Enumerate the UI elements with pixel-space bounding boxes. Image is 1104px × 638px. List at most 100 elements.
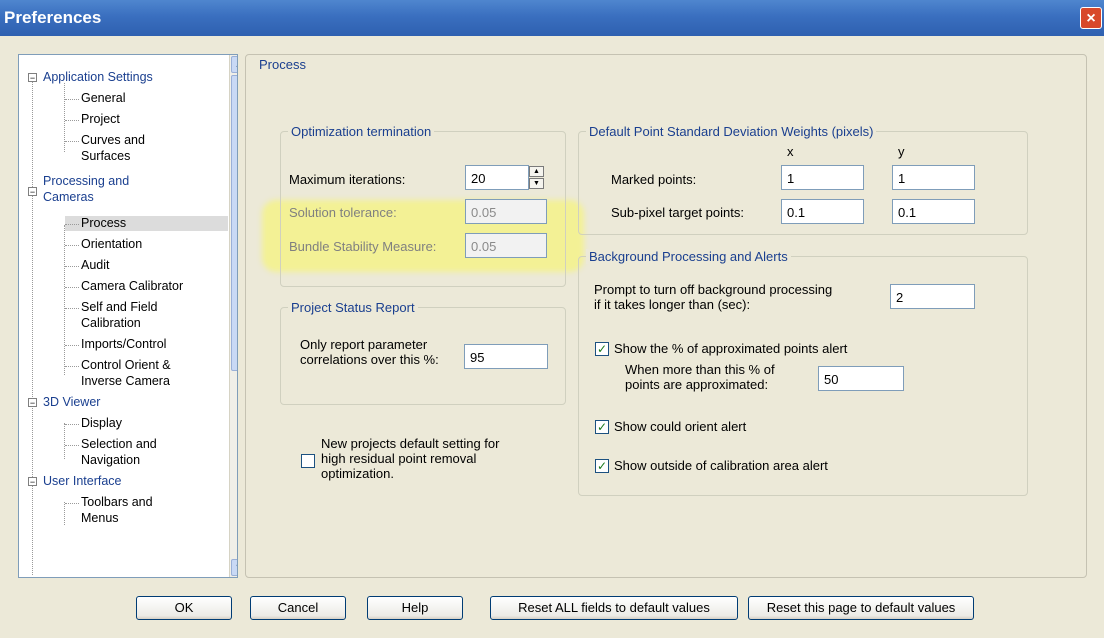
tree-item[interactable]: Orientation: [79, 237, 144, 252]
tree-item[interactable]: Control Orient &: [79, 358, 173, 373]
subpixel-points-label: Sub-pixel target points:: [611, 205, 744, 220]
page-title: Process: [256, 57, 309, 72]
correlation-label-line1: Only report parameter: [300, 337, 428, 352]
tree-item-label: User Interface: [43, 474, 122, 488]
approx-alert-checkbox[interactable]: ✓: [595, 342, 609, 356]
tree-item-label: Orientation: [81, 237, 143, 251]
collapse-icon[interactable]: −: [28, 73, 37, 83]
tree-item[interactable]: Cameras: [41, 190, 96, 205]
tree-item[interactable]: Process: [65, 216, 228, 231]
orient-alert-label[interactable]: Show could orient alert: [614, 419, 746, 434]
ok-button[interactable]: OK: [136, 596, 232, 620]
tree-item-label: Display: [81, 416, 122, 430]
tree-connector: [65, 99, 79, 100]
tree-item-label: Toolbars and: [81, 495, 153, 509]
tree-item[interactable]: Toolbars and: [79, 495, 155, 510]
optimization-group-title: Optimization termination: [288, 124, 435, 139]
approx-alert-label[interactable]: Show the % of approximated points alert: [614, 341, 847, 356]
tree-item[interactable]: User Interface: [41, 474, 124, 489]
tree-item-label: Calibration: [81, 316, 141, 330]
close-icon: ×: [1086, 10, 1096, 27]
tree-item-label: 3D Viewer: [43, 395, 101, 409]
approx-threshold-field[interactable]: 50: [818, 366, 904, 391]
approx-threshold-line2: points are approximated:: [625, 377, 769, 392]
tree-item-label: Process: [79, 216, 129, 230]
scroll-up-button[interactable]: ▲: [231, 56, 237, 73]
preferences-tree: Application Settings − General Project Curve…: [18, 54, 238, 578]
collapse-icon[interactable]: −: [28, 477, 37, 487]
solution-tolerance-field[interactable]: 0.05: [465, 199, 547, 224]
tree-item[interactable]: Surfaces: [79, 149, 132, 164]
residual-label-line3[interactable]: optimization.: [321, 466, 394, 481]
close-button[interactable]: ×: [1080, 7, 1102, 29]
tree-item[interactable]: Calibration: [79, 316, 143, 331]
tree-item-label: Navigation: [81, 453, 141, 467]
tree-item-label: Self and Field: [81, 300, 158, 314]
stepper-down-icon[interactable]: ▼: [529, 178, 544, 189]
reset-page-button[interactable]: Reset this page to default values: [748, 596, 974, 620]
residual-label-line1[interactable]: New projects default setting for: [321, 436, 499, 451]
weights-group-title: Default Point Standard Deviation Weights…: [586, 124, 877, 139]
tree-item-label: Selection and: [81, 437, 157, 451]
calibration-alert-checkbox[interactable]: ✓: [595, 459, 609, 473]
tree-item-label: Camera Calibrator: [81, 279, 184, 293]
tree-scrollbar[interactable]: ▲ ▼: [229, 55, 237, 577]
tree-item[interactable]: Selection and: [79, 437, 159, 452]
tree-item-label: Application Settings: [43, 70, 153, 84]
tree-item-label: General: [81, 91, 126, 105]
tree-item[interactable]: Audit: [79, 258, 112, 273]
tree-item-label: Processing and: [43, 174, 130, 188]
tree-item[interactable]: General: [79, 91, 127, 106]
tree-item[interactable]: Navigation: [79, 453, 142, 468]
residual-label-line2[interactable]: high residual point removal: [321, 451, 476, 466]
subpixel-points-x-field[interactable]: 0.1: [781, 199, 864, 224]
tree-connector: [65, 266, 79, 267]
tree-item[interactable]: Imports/Control: [79, 337, 168, 352]
stepper-up-icon[interactable]: ▲: [529, 166, 544, 177]
solution-tolerance-label: Solution tolerance:: [289, 205, 397, 220]
tree-item-label: Imports/Control: [81, 337, 167, 351]
tree-item[interactable]: Inverse Camera: [79, 374, 172, 389]
tree-item[interactable]: Curves and: [79, 133, 147, 148]
tree-item-label: Cameras: [43, 190, 94, 204]
orient-alert-checkbox[interactable]: ✓: [595, 420, 609, 434]
tree-item[interactable]: Application Settings: [41, 70, 155, 85]
collapse-icon[interactable]: −: [28, 398, 37, 408]
background-prompt-line1: Prompt to turn off background processing: [594, 282, 833, 297]
tree-item-label: Curves and: [81, 133, 145, 147]
tree-item[interactable]: Project: [79, 112, 122, 127]
scrollbar-thumb[interactable]: [231, 75, 237, 371]
tree-connector: [65, 141, 79, 142]
help-button[interactable]: Help: [367, 596, 463, 620]
bundle-stability-field[interactable]: 0.05: [465, 233, 547, 258]
calibration-alert-label[interactable]: Show outside of calibration area alert: [614, 458, 828, 473]
tree-item-label: Inverse Camera: [81, 374, 170, 388]
collapse-icon[interactable]: −: [28, 187, 37, 197]
tree-connector: [65, 345, 79, 346]
tree-item-label: Audit: [81, 258, 110, 272]
tree-connector: [65, 308, 79, 309]
tree-connector: [65, 224, 79, 225]
tree-item[interactable]: Menus: [79, 511, 121, 526]
correlation-field[interactable]: 95: [464, 344, 548, 369]
max-iterations-field[interactable]: 20: [465, 165, 529, 190]
residual-removal-checkbox[interactable]: [301, 454, 315, 468]
max-iterations-stepper[interactable]: ▲ ▼: [529, 166, 544, 189]
tree-item[interactable]: Camera Calibrator: [79, 279, 185, 294]
marked-points-label: Marked points:: [611, 172, 697, 187]
marked-points-y-field[interactable]: 1: [892, 165, 975, 190]
weights-column-x: x: [787, 144, 794, 159]
tree-item[interactable]: Self and Field: [79, 300, 159, 315]
reset-all-button[interactable]: Reset ALL fields to default values: [490, 596, 738, 620]
tree-connector: [65, 245, 79, 246]
background-timeout-field[interactable]: 2: [890, 284, 975, 309]
chevron-down-icon: ▼: [235, 562, 237, 572]
marked-points-x-field[interactable]: 1: [781, 165, 864, 190]
tree-item-label: Surfaces: [81, 149, 131, 163]
tree-item[interactable]: Processing and: [41, 174, 131, 189]
cancel-button[interactable]: Cancel: [250, 596, 346, 620]
tree-item[interactable]: Display: [79, 416, 124, 431]
scroll-down-button[interactable]: ▼: [231, 559, 237, 576]
tree-item[interactable]: 3D Viewer: [41, 395, 102, 410]
subpixel-points-y-field[interactable]: 0.1: [892, 199, 975, 224]
